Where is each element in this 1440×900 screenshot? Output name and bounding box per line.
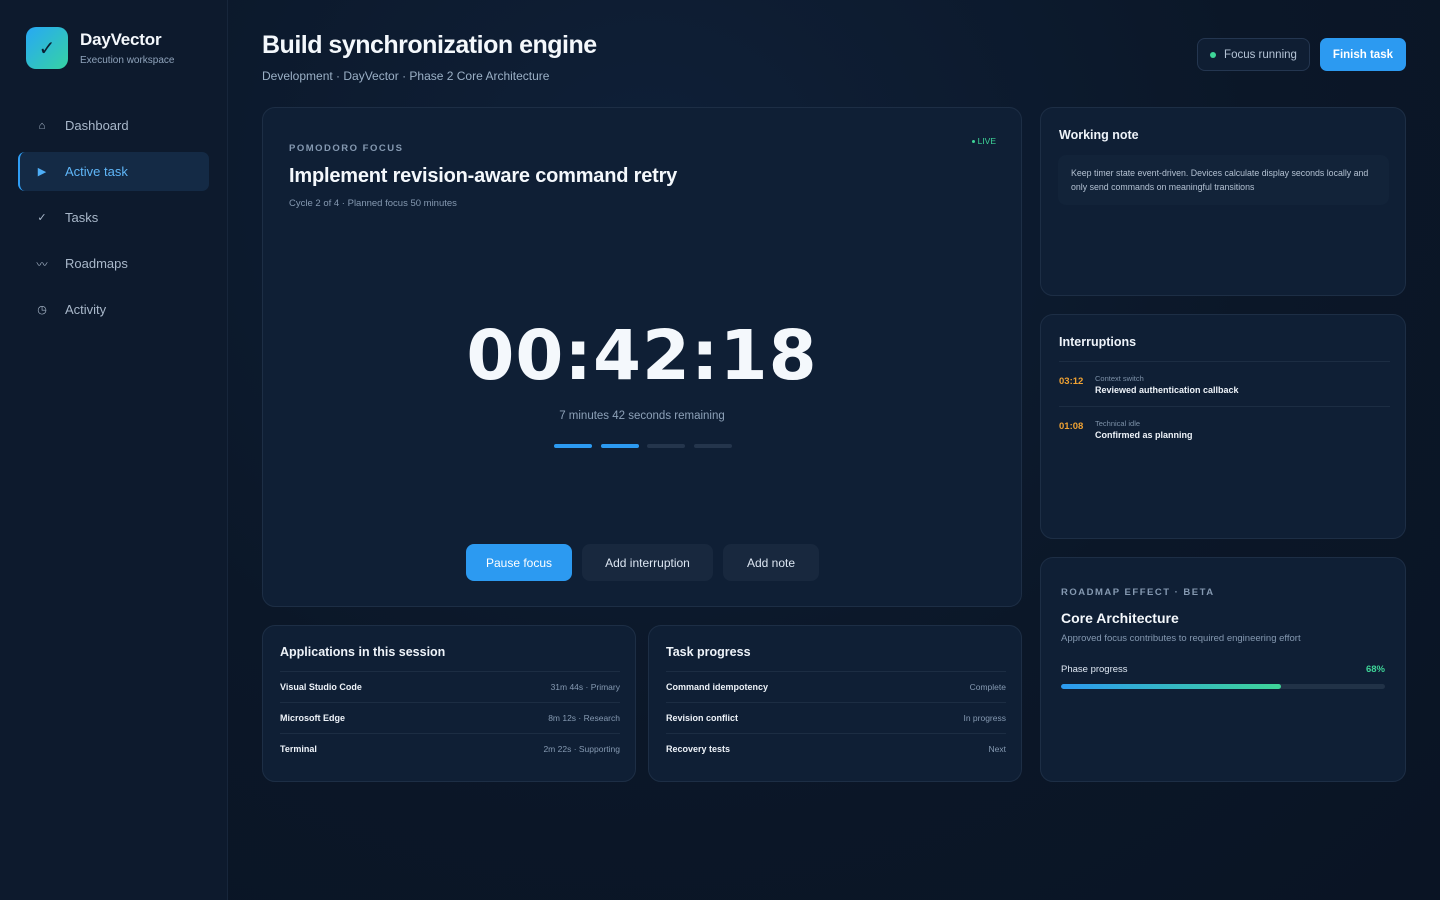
interruption-type: Technical idle	[1095, 419, 1141, 428]
live-dot-icon	[971, 139, 975, 143]
focus-eyebrow: POMODORO FOCUS	[289, 143, 404, 154]
breadcrumb: Development · DayVector · Phase 2 Core A…	[262, 69, 550, 83]
app-name: Visual Studio Code	[280, 682, 362, 692]
roadmap-subtitle: Approved focus contributes to required e…	[1061, 633, 1301, 644]
phase-progress-fill	[1061, 684, 1282, 689]
play-icon: ▶	[37, 166, 47, 178]
interruptions-title: Interruptions	[1059, 335, 1137, 349]
finish-task-button[interactable]: Finish task	[1319, 38, 1406, 71]
app-name: Terminal	[280, 744, 317, 754]
table-row[interactable]: Terminal 2m 22s · Supporting	[280, 733, 620, 764]
sidebar-item-activity[interactable]: ◷ Activity	[18, 290, 209, 329]
interruptions-list: 03:12 Context switch Reviewed authentica…	[1059, 361, 1390, 451]
interruption-type: Context switch	[1095, 374, 1144, 383]
sidebar-item-label: Active task	[65, 164, 128, 179]
subtask-name: Command idempotency	[666, 682, 769, 692]
status-dot-icon	[1210, 51, 1217, 58]
subtask-status: In progress	[963, 713, 1006, 723]
app-usage: 2m 22s · Supporting	[543, 744, 620, 754]
phase-progress-bar	[1061, 684, 1385, 689]
subtask-status: Next	[988, 744, 1006, 754]
focus-actions: Pause focus Add interruption Add note	[466, 544, 829, 581]
add-interruption-button[interactable]: Add interruption	[582, 544, 713, 581]
subtask-name: Revision conflict	[666, 713, 739, 723]
sidebar-item-label: Activity	[65, 302, 107, 317]
page-header: Build synchronization engine Development…	[262, 31, 597, 83]
interruption-desc: Confirmed as planning	[1095, 430, 1193, 440]
table-row[interactable]: Visual Studio Code 31m 44s · Primary	[280, 671, 620, 702]
phase-progress-row: Phase progress 68%	[1061, 664, 1385, 675]
app-usage: 31m 44s · Primary	[550, 682, 620, 692]
cycle-progress	[554, 444, 740, 448]
cycle-segment	[693, 444, 732, 448]
roadmap-icon: 〰	[36, 258, 48, 271]
roadmap-panel: ROADMAP EFFECT · BETA Core Architecture …	[1040, 557, 1406, 782]
interruptions-panel: Interruptions 03:12 Context switch Revie…	[1040, 314, 1406, 539]
sidebar: ✓ DayVector Execution workspace ⌂ Dashbo…	[0, 0, 228, 900]
list-item[interactable]: 03:12 Context switch Reviewed authentica…	[1059, 361, 1390, 406]
task-progress-table: Command idempotency Complete Revision co…	[666, 671, 1006, 764]
table-row[interactable]: Recovery tests Next	[666, 733, 1006, 764]
cycle-segment	[554, 444, 592, 448]
table-row[interactable]: Revision conflict In progress	[666, 702, 1006, 733]
cycle-segment	[600, 444, 639, 448]
live-badge: LIVE	[971, 136, 996, 146]
clock-icon: ◷	[37, 304, 47, 316]
sidebar-item-label: Dashboard	[65, 118, 129, 133]
roadmap-title: Core Architecture	[1061, 610, 1179, 626]
cycle-segment	[647, 444, 685, 448]
task-progress-panel: Task progress Command idempotency Comple…	[648, 625, 1022, 782]
focus-task-title: Implement revision-aware command retry	[289, 165, 678, 187]
add-note-button[interactable]: Add note	[723, 544, 819, 581]
brand: ✓ DayVector Execution workspace	[26, 27, 175, 69]
home-icon: ⌂	[38, 119, 46, 132]
sidebar-item-dashboard[interactable]: ⌂ Dashboard	[18, 106, 209, 145]
working-note-text[interactable]: Keep timer state event-driven. Devices c…	[1058, 155, 1389, 205]
timer-remaining: 7 minutes 42 seconds remaining	[559, 410, 725, 422]
focus-panel: POMODORO FOCUS LIVE Implement revision-a…	[262, 107, 1022, 607]
applications-table: Visual Studio Code 31m 44s · Primary Mic…	[280, 671, 620, 764]
brand-logo-check-icon: ✓	[26, 27, 68, 69]
sidebar-item-active-task[interactable]: ▶ Active task	[18, 152, 209, 191]
check-icon: ✓	[37, 212, 47, 224]
live-label: LIVE	[977, 136, 996, 146]
subtask-status: Complete	[969, 682, 1006, 692]
interruption-desc: Reviewed authentication callback	[1095, 385, 1239, 395]
interruption-time: 03:12	[1059, 376, 1084, 387]
phase-progress-label: Phase progress	[1061, 664, 1128, 675]
phase-progress-value: 68%	[1365, 664, 1385, 675]
app-name: Microsoft Edge	[280, 713, 346, 723]
applications-title: Applications in this session	[280, 645, 446, 659]
page-title: Build synchronization engine	[262, 31, 597, 59]
task-progress-title: Task progress	[666, 645, 751, 659]
sidebar-item-tasks[interactable]: ✓ Tasks	[18, 198, 209, 237]
status-badge: Focus running	[1197, 38, 1310, 71]
roadmap-eyebrow: ROADMAP EFFECT · BETA	[1061, 587, 1215, 598]
sidebar-item-label: Tasks	[65, 210, 99, 225]
working-note-panel: Working note Keep timer state event-driv…	[1040, 107, 1406, 296]
subtask-name: Recovery tests	[666, 744, 731, 754]
focus-meta: Cycle 2 of 4 · Planned focus 50 minutes	[289, 198, 457, 209]
header-actions: Focus running Finish task	[1197, 38, 1406, 71]
brand-subtitle: Execution workspace	[80, 55, 175, 66]
sidebar-item-label: Roadmaps	[65, 256, 128, 271]
app-usage: 8m 12s · Research	[548, 713, 620, 723]
sidebar-item-roadmaps[interactable]: 〰 Roadmaps	[18, 244, 209, 283]
status-text: Focus running	[1224, 48, 1297, 61]
working-note-title: Working note	[1059, 128, 1139, 142]
focus-timer: 00:42:18	[466, 316, 818, 396]
sidebar-nav: ⌂ Dashboard ▶ Active task ✓ Tasks 〰 Road…	[18, 106, 209, 336]
list-item[interactable]: 01:08 Technical idle Confirmed as planni…	[1059, 406, 1390, 451]
applications-panel: Applications in this session Visual Stud…	[262, 625, 636, 782]
table-row[interactable]: Microsoft Edge 8m 12s · Research	[280, 702, 620, 733]
table-row[interactable]: Command idempotency Complete	[666, 671, 1006, 702]
brand-name: DayVector	[80, 30, 162, 49]
pause-focus-button[interactable]: Pause focus	[466, 544, 572, 581]
interruption-time: 01:08	[1059, 421, 1084, 432]
